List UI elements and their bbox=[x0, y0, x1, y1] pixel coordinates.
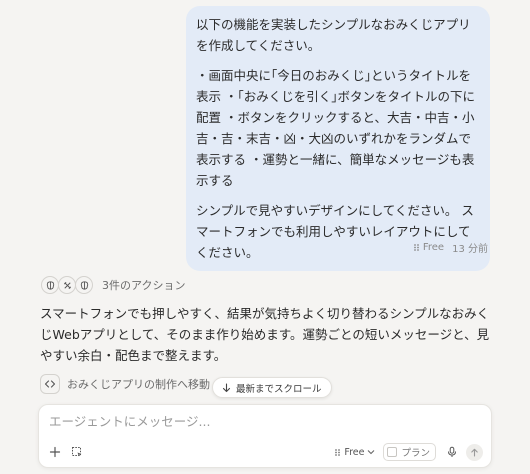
brain-icon bbox=[41, 276, 59, 294]
plan-checkbox bbox=[387, 447, 398, 457]
task-label: おみくじアプリの制作へ移動 bbox=[67, 378, 210, 391]
chevron-down-icon bbox=[368, 450, 375, 455]
code-icon bbox=[40, 374, 60, 394]
user-message-paragraph: 以下の機能を実装したシンプルなおみくじアプリを作成してください。 bbox=[196, 17, 471, 53]
assistant-message: スマートフォンでも押しやすく、結果が気持ちよく切り替わるシンプルなおみくじWeb… bbox=[40, 306, 490, 363]
message-meta: Free 13 分前 bbox=[413, 240, 488, 255]
arrow-down-icon bbox=[222, 382, 231, 392]
add-icon[interactable] bbox=[47, 444, 63, 460]
actions-label: 3件のアクション bbox=[102, 279, 186, 292]
message-timestamp: 13 分前 bbox=[452, 244, 488, 255]
plan-dots-icon bbox=[413, 244, 419, 251]
arrow-up-icon bbox=[471, 448, 478, 457]
brain-icon bbox=[75, 276, 93, 294]
user-message-paragraph: ・画面中央に｢今日のおみくじ｣というタイトルを表示 ・｢おみくじを引く｣ボタンを… bbox=[196, 68, 475, 188]
scroll-to-latest-label: 最新までスクロール bbox=[236, 383, 322, 395]
plan-dots-icon bbox=[335, 448, 341, 456]
send-button[interactable] bbox=[466, 443, 483, 461]
actions-summary[interactable]: 3件のアクション bbox=[41, 276, 185, 294]
plan-toggle-label: プラン bbox=[401, 448, 430, 459]
scroll-to-latest-button[interactable]: 最新までスクロール bbox=[212, 377, 332, 398]
microphone-icon[interactable] bbox=[444, 444, 460, 460]
tools-icon bbox=[58, 276, 76, 294]
plan-mode-toggle[interactable]: プラン bbox=[383, 443, 436, 461]
plan-select[interactable]: Free bbox=[334, 447, 375, 458]
user-message-bubble: 以下の機能を実装したシンプルなおみくじアプリを作成してください。 ・画面中央に｢… bbox=[186, 6, 490, 271]
plan-label: Free bbox=[422, 242, 445, 253]
message-input[interactable] bbox=[49, 414, 479, 429]
composer-toolbar: Free プラン bbox=[47, 443, 483, 461]
plan-select-label: Free bbox=[344, 446, 365, 458]
message-composer: Free プラン bbox=[38, 404, 492, 468]
select-element-icon[interactable] bbox=[69, 444, 85, 460]
plan-indicator: Free bbox=[413, 242, 444, 253]
task-link[interactable]: おみくじアプリの制作へ移動 bbox=[40, 374, 210, 394]
